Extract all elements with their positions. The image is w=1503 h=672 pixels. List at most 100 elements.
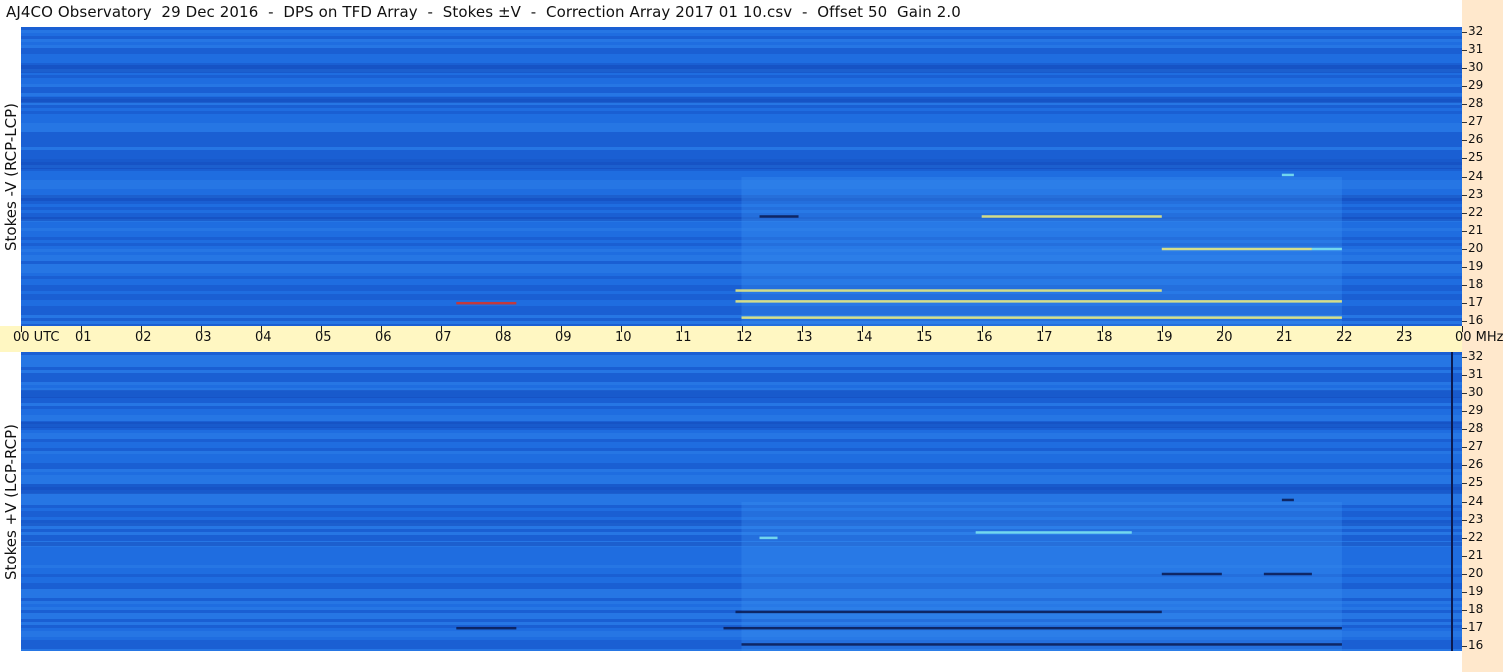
- mhz-tick: [1462, 375, 1467, 376]
- frequency-band: [21, 379, 1462, 382]
- mhz-label: 17: [1468, 620, 1484, 634]
- frequency-band: [21, 138, 1462, 141]
- frequency-band: [21, 48, 1462, 51]
- mhz-label: 26: [1468, 132, 1484, 146]
- dark-frequency-band: [21, 484, 1462, 494]
- mhz-tick: [1462, 447, 1467, 448]
- mhz-tick: [1462, 429, 1467, 430]
- frequency-band: [21, 442, 1462, 445]
- frequency-band: [21, 36, 1462, 39]
- mhz-label: 19: [1468, 584, 1484, 598]
- frequency-band: [21, 105, 1462, 108]
- frequency-band: [21, 78, 1462, 81]
- mhz-tick: [1462, 592, 1467, 593]
- frequency-band: [21, 126, 1462, 129]
- frequency-band: [21, 123, 1462, 126]
- mhz-label: 28: [1468, 421, 1484, 435]
- hour-label: 07: [435, 330, 452, 345]
- mhz-label: 27: [1468, 439, 1484, 453]
- mhz-tick: [1462, 231, 1467, 232]
- hour-label: 19: [1156, 330, 1173, 345]
- mhz-label: 20: [1468, 566, 1484, 580]
- frequency-band: [21, 475, 1462, 478]
- frequency-band: [21, 147, 1462, 150]
- mhz-tick: [1462, 285, 1467, 286]
- bottom-panel-label: Stokes +V (LCP-RCP): [2, 424, 20, 580]
- hour-label: 11: [675, 330, 692, 345]
- mhz-tick: [1462, 213, 1467, 214]
- frequency-band: [21, 174, 1462, 177]
- spectrogram-stokes-plus-v: [21, 352, 1462, 651]
- frequency-band: [21, 412, 1462, 415]
- hour-label: 03: [195, 330, 212, 345]
- frequency-band: [21, 45, 1462, 48]
- frequency-band: [21, 135, 1462, 138]
- mhz-label: 30: [1468, 385, 1484, 399]
- mhz-tick: [1462, 321, 1467, 322]
- mhz-tick: [1462, 393, 1467, 394]
- hour-label: 00 UTC: [13, 330, 60, 345]
- hour-label: 01: [75, 330, 92, 345]
- mhz-label: 29: [1468, 403, 1484, 417]
- mhz-tick: [1462, 68, 1467, 69]
- burst-mark: [1161, 247, 1312, 251]
- frequency-band: [21, 156, 1462, 159]
- frequency-band: [21, 472, 1462, 475]
- hour-label: 05: [315, 330, 332, 345]
- frequency-band: [21, 84, 1462, 87]
- frequency-band: [21, 481, 1462, 484]
- frequency-band: [21, 436, 1462, 439]
- frequency-band: [21, 496, 1462, 499]
- title-bar: AJ4CO Observatory 29 Dec 2016 - DPS on T…: [0, 0, 1462, 27]
- burst-mark: [975, 531, 1132, 534]
- mhz-tick: [1462, 502, 1467, 503]
- burst-mark: [723, 626, 1342, 630]
- burst-mark: [1263, 572, 1312, 576]
- end-of-day-line: [1451, 352, 1453, 651]
- utc-time-axis: 00 UTC 01 02 03 04 05 06 07 08 09 10 11 12 13 14 15 16 17…: [0, 326, 1503, 352]
- mhz-label: 32: [1468, 24, 1484, 38]
- spectrogram-bottom-svg: [21, 352, 1462, 651]
- burst-mark: [735, 289, 1162, 292]
- dark-frequency-band: [21, 390, 1462, 398]
- hour-label: 04: [255, 330, 272, 345]
- mhz-label: 22: [1468, 205, 1484, 219]
- frequency-band: [21, 81, 1462, 84]
- mhz-tick: [1462, 628, 1467, 629]
- frequency-band: [21, 457, 1462, 460]
- frequency-band: [21, 430, 1462, 433]
- frequency-band: [21, 153, 1462, 156]
- mhz-tick: [1462, 50, 1467, 51]
- mhz-tick: [1462, 177, 1467, 178]
- frequency-band: [21, 499, 1462, 502]
- frequency-band: [21, 466, 1462, 469]
- frequency-band: [21, 448, 1462, 451]
- frequency-band: [21, 352, 1462, 355]
- mhz-label: 25: [1468, 150, 1484, 164]
- burst-mark: [1311, 247, 1342, 251]
- frequency-band: [21, 406, 1462, 409]
- burst-mark: [759, 215, 799, 218]
- frequency-band: [21, 150, 1462, 153]
- dark-frequency-band: [21, 159, 1462, 169]
- mhz-label: 17: [1468, 295, 1484, 309]
- mhz-tick: [1462, 556, 1467, 557]
- frequency-band: [21, 370, 1462, 373]
- mhz-label: 32: [1468, 349, 1484, 363]
- frequency-band: [21, 460, 1462, 463]
- mhz-label: 23: [1468, 512, 1484, 526]
- mhz-label: 27: [1468, 114, 1484, 128]
- spectrogram-top-svg: [21, 27, 1462, 326]
- mhz-tick: [1462, 140, 1467, 141]
- hour-label: 08: [495, 330, 512, 345]
- noise-region: [741, 177, 1342, 326]
- mhz-label: 16: [1468, 313, 1484, 327]
- frequency-band: [21, 57, 1462, 60]
- frequency-band: [21, 400, 1462, 403]
- mhz-label: 28: [1468, 96, 1484, 110]
- frequency-band: [21, 376, 1462, 379]
- frequency-band: [21, 355, 1462, 358]
- frequency-band: [21, 439, 1462, 442]
- dark-frequency-band: [21, 65, 1462, 73]
- frequency-band: [21, 373, 1462, 376]
